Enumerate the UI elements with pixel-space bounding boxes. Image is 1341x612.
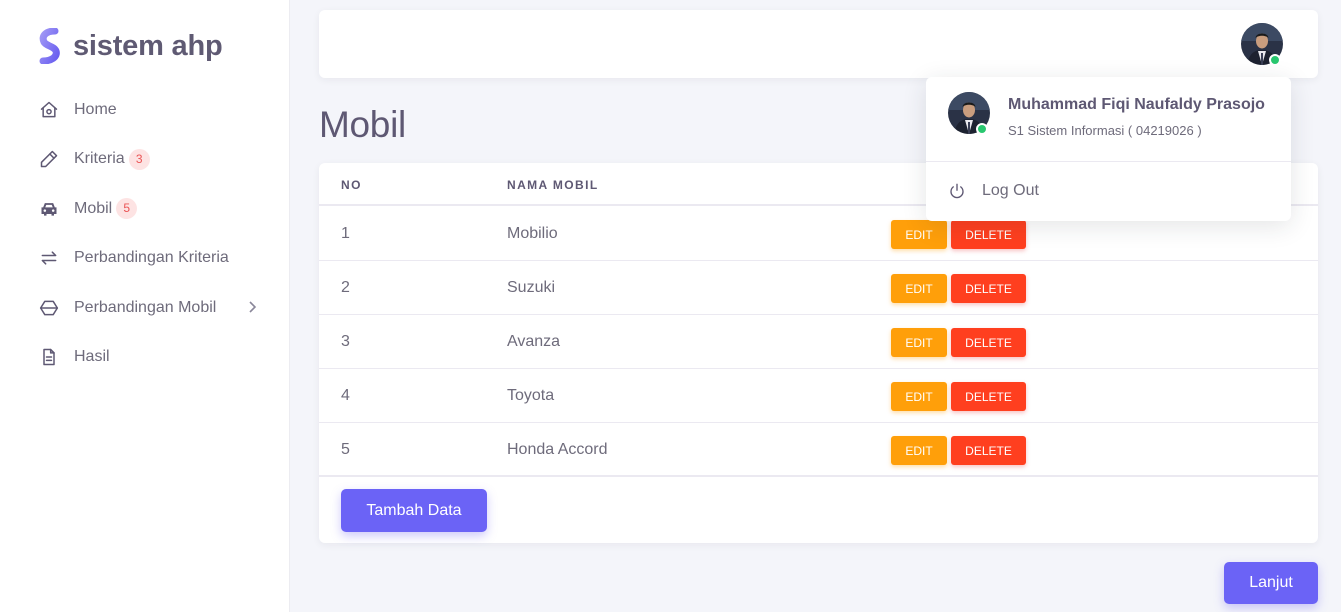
sidebar-item-mobil[interactable]: Mobil 5	[38, 184, 278, 234]
online-status-dot	[1269, 54, 1281, 66]
edit-button[interactable]: EDIT	[891, 382, 947, 411]
table-row: 5 Honda Accord EDIT DELETE	[319, 423, 1318, 477]
delete-button[interactable]: DELETE	[951, 274, 1026, 303]
row-number: 5	[341, 441, 350, 458]
row-number: 2	[341, 279, 350, 296]
divider	[926, 161, 1291, 162]
count-badge: 5	[116, 198, 138, 220]
delete-button[interactable]: DELETE	[951, 328, 1026, 357]
count-badge: 3	[128, 148, 150, 170]
sidebar-item-kriteria[interactable]: Kriteria 3	[38, 135, 278, 185]
brand[interactable]: sistem ahp	[38, 28, 223, 64]
sidebar: sistem ahp Home Kriteria 3 Mobil 5 Perba…	[0, 0, 290, 612]
car-name: Avanza	[507, 333, 561, 350]
table-row: 2 Suzuki EDIT DELETE	[319, 261, 1318, 315]
power-icon	[950, 183, 964, 199]
car-icon	[38, 198, 60, 220]
car-name: Honda Accord	[507, 441, 608, 458]
brand-logo-icon	[39, 28, 60, 64]
add-data-button[interactable]: Tambah Data	[341, 489, 487, 532]
user-subtitle: S1 Sistem Informasi ( 04219026 )	[1008, 123, 1202, 138]
row-number: 1	[341, 225, 350, 242]
next-button[interactable]: Lanjut	[1224, 562, 1318, 604]
sidebar-item-label: Mobil	[74, 199, 113, 217]
sidebar-item-hasil[interactable]: Hasil	[38, 333, 278, 383]
swap-arrows-icon	[38, 247, 60, 269]
sidebar-item-label: Kriteria	[74, 150, 125, 168]
delete-button[interactable]: DELETE	[951, 220, 1026, 249]
user-dropdown-menu: Muhammad Fiqi Naufaldy Prasojo S1 Sistem…	[926, 77, 1291, 221]
user-name: Muhammad Fiqi Naufaldy Prasojo	[1008, 96, 1265, 113]
home-icon	[38, 99, 60, 121]
table-row: 3 Avanza EDIT DELETE	[319, 315, 1318, 369]
row-number: 3	[341, 333, 350, 350]
sidebar-item-label: Home	[74, 100, 117, 118]
hexagon-icon	[38, 297, 60, 319]
top-navbar	[319, 10, 1318, 78]
brand-name: sistem ahp	[73, 29, 223, 62]
edit-pencil-icon	[38, 148, 60, 170]
sidebar-item-home[interactable]: Home	[38, 85, 278, 135]
sidebar-item-perbandingan-kriteria[interactable]: Perbandingan Kriteria	[38, 234, 278, 284]
edit-button[interactable]: EDIT	[891, 220, 947, 249]
column-header-nama-mobil: NAMA MOBIL	[507, 178, 599, 192]
delete-button[interactable]: DELETE	[951, 382, 1026, 411]
logout-menu-item[interactable]: Log Out	[948, 182, 1039, 200]
logout-label: Log Out	[982, 182, 1039, 199]
sidebar-nav: Home Kriteria 3 Mobil 5 Perbandingan Kri…	[38, 85, 278, 382]
sidebar-item-label: Perbandingan Mobil	[74, 298, 217, 316]
edit-button[interactable]: EDIT	[891, 274, 947, 303]
car-name: Mobilio	[507, 225, 558, 242]
online-status-dot	[976, 123, 988, 135]
edit-button[interactable]: EDIT	[891, 328, 947, 357]
sidebar-item-label: Perbandingan Kriteria	[74, 249, 229, 267]
car-name: Toyota	[507, 387, 555, 404]
delete-button[interactable]: DELETE	[951, 436, 1026, 465]
file-text-icon	[38, 346, 60, 368]
page-title: Mobil	[319, 104, 406, 145]
column-header-no: NO	[341, 178, 362, 192]
table-row: 4 Toyota EDIT DELETE	[319, 369, 1318, 423]
chevron-right-icon[interactable]	[246, 300, 258, 314]
sidebar-item-label: Hasil	[74, 348, 110, 366]
sidebar-item-perbandingan-mobil[interactable]: Perbandingan Mobil	[38, 283, 278, 333]
edit-button[interactable]: EDIT	[891, 436, 947, 465]
row-number: 4	[341, 387, 350, 404]
car-name: Suzuki	[507, 279, 556, 296]
